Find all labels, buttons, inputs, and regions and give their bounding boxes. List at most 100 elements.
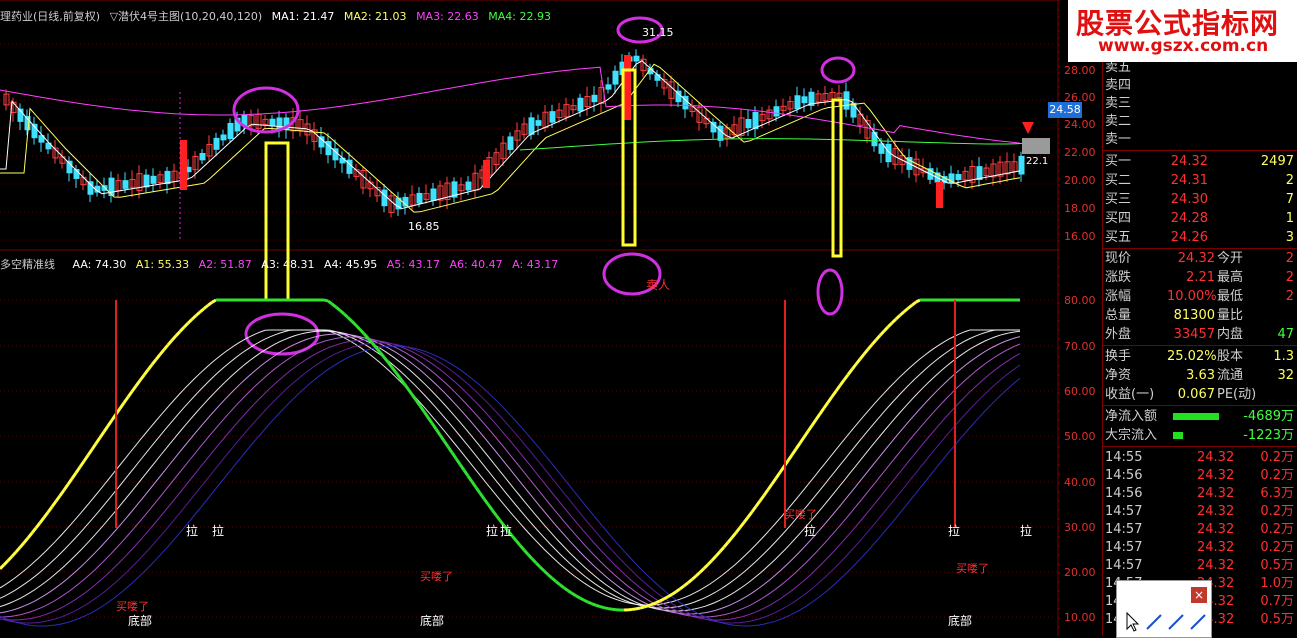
price-axis-label: 18.00 — [1064, 202, 1096, 215]
oscillator-segment — [24, 538, 28, 543]
signal-bar — [624, 55, 631, 120]
trade-time: 14:57 — [1105, 538, 1142, 558]
oscillator-segment — [4, 561, 8, 565]
quote-value: 2 — [1286, 268, 1294, 288]
oscillator-segment — [708, 560, 712, 564]
chart-area[interactable]: 理药业(日线,前复权) ▽潜伏4号主图(10,20,40,120) MA1: 2… — [0, 0, 1060, 636]
sell-label: 卖人 — [646, 276, 670, 293]
trade-row: 14:5724.320.2万 — [1103, 538, 1297, 558]
a-value: A: 43.17 — [512, 258, 558, 271]
trade-volume: 0.7万 — [1260, 592, 1294, 612]
price-axis-label: 28.00 — [1064, 64, 1096, 77]
oscillator-segment — [888, 323, 892, 327]
oscillator-segment — [204, 305, 208, 308]
bid-price: 24.30 — [1171, 190, 1208, 210]
bid-volume: 3 — [1286, 228, 1294, 248]
oscillator-segment — [872, 340, 876, 345]
stock-title: 理药业(日线,前复权) — [0, 10, 100, 23]
oscillator-segment — [912, 302, 916, 305]
bid-price: 24.31 — [1171, 171, 1208, 191]
oscillator-segment — [696, 572, 700, 576]
indicator-name[interactable]: 多空精准线 — [0, 258, 55, 271]
oscillator-segment — [136, 380, 140, 385]
bid-row[interactable]: 买二24.312 — [1103, 171, 1297, 191]
trade-volume: 0.2万 — [1260, 520, 1294, 540]
candle-body — [606, 85, 611, 89]
oscillator-segment — [796, 443, 800, 449]
oscillator-segment — [568, 591, 572, 594]
ask-row[interactable]: 卖四 — [1103, 76, 1297, 96]
candle-body — [431, 189, 436, 201]
oscillator-segment — [668, 594, 672, 596]
quote-value: 2.21 — [1173, 268, 1215, 288]
oscillator-segment — [868, 345, 872, 350]
quote-value: 10.00% — [1167, 287, 1215, 307]
aa-value: AA: 74.30 — [73, 258, 127, 271]
trade-row: 14:5524.320.2万 — [1103, 448, 1297, 468]
chart-canvas[interactable] — [0, 0, 1060, 636]
oscillator-segment — [156, 355, 160, 360]
bid-volume: 7 — [1286, 190, 1294, 210]
candle-body — [382, 190, 387, 206]
stats-value: 25.02% — [1167, 347, 1215, 367]
oscillator-segment — [144, 370, 148, 375]
indicator-wave — [0, 337, 1020, 617]
oscillator-segment — [328, 301, 332, 304]
bid-row[interactable]: 买五24.263 — [1103, 228, 1297, 248]
trade-volume: 0.2万 — [1260, 502, 1294, 522]
ma4-value: MA4: 22.93 — [488, 10, 551, 23]
oscillator-segment — [424, 412, 428, 418]
oscillator-segment — [408, 389, 412, 395]
trade-row: 14:5724.320.2万 — [1103, 502, 1297, 522]
indicator-header: 多空精准线 AA: 74.30 A1: 55.33 A2: 51.87 A3: … — [0, 256, 564, 272]
oscillator-segment — [564, 588, 568, 591]
oscillator-segment — [448, 447, 452, 453]
bid-row[interactable]: 买一24.322497 — [1103, 152, 1297, 172]
main-indicator-name[interactable]: ▽潜伏4号主图(10,20,40,120) — [110, 10, 263, 23]
oscillator-segment — [864, 349, 868, 354]
oscillator-segment — [880, 331, 884, 335]
stats-row: 收益(一)0.067PE(动) — [1103, 385, 1297, 405]
oscillator-segment — [768, 484, 772, 490]
oscillator-segment — [584, 600, 588, 602]
candle-body — [529, 118, 534, 134]
trade-row: 14:5724.320.2万 — [1103, 520, 1297, 540]
bid-row[interactable]: 买四24.281 — [1103, 209, 1297, 229]
quote-value: 33457 — [1173, 325, 1215, 345]
stats-label: 股本 — [1217, 347, 1243, 367]
bid-row[interactable]: 买三24.307 — [1103, 190, 1297, 210]
oscillator-segment — [828, 397, 832, 403]
close-icon[interactable]: × — [1191, 587, 1207, 603]
ind-axis-label: 40.00 — [1064, 476, 1096, 489]
oscillator-segment — [360, 329, 364, 333]
oscillator-segment — [528, 554, 532, 558]
ask-row[interactable]: 卖二 — [1103, 112, 1297, 132]
ask-row[interactable]: 卖一 — [1103, 130, 1297, 150]
oscillator-segment — [764, 490, 768, 496]
oscillator-segment — [684, 583, 688, 586]
oscillator-segment — [740, 522, 744, 527]
quote-label: 总量 — [1105, 306, 1131, 326]
oscillator-segment — [800, 437, 804, 443]
oscillator-segment — [588, 602, 592, 604]
bid-label: 买一 — [1105, 152, 1131, 172]
drawing-toolbox[interactable]: × — [1116, 580, 1212, 638]
oscillator-segment — [548, 575, 552, 579]
oscillator-segment — [400, 378, 404, 383]
oscillator-segment — [816, 414, 820, 420]
candle-body — [634, 56, 639, 61]
oscillator-segment — [68, 479, 72, 485]
draw-tools[interactable] — [1123, 611, 1207, 633]
stats-row: 净资3.63流通32 — [1103, 366, 1297, 386]
stats-value: 32 — [1277, 366, 1294, 386]
ask-row[interactable]: 卖三 — [1103, 94, 1297, 114]
trade-time: 14:57 — [1105, 520, 1142, 540]
oscillator-segment — [592, 604, 596, 605]
quote-row: 现价24.32今开2 — [1103, 249, 1297, 269]
bid-volume: 2497 — [1261, 152, 1294, 172]
main-chart-header: 理药业(日线,前复权) ▽潜伏4号主图(10,20,40,120) MA1: 2… — [0, 8, 557, 24]
candle-body — [123, 181, 128, 189]
ma1-value: MA1: 21.47 — [272, 10, 335, 23]
oscillator-segment — [676, 589, 680, 592]
oscillator-segment — [780, 467, 784, 473]
